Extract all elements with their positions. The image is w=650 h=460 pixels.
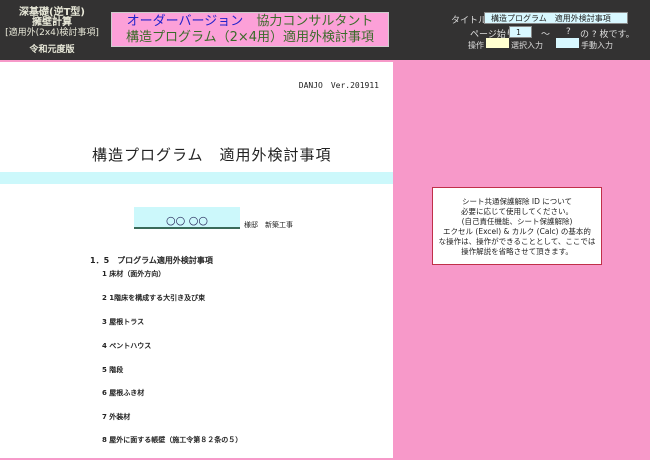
select-input-swatch	[486, 38, 509, 48]
page-total: の ? 枚です。	[580, 30, 635, 40]
note-line: 必要に応じて使用してください。	[460, 207, 574, 216]
list-item: 7 外装材	[102, 413, 131, 421]
app-mode: [適用外(2x4)検討事項]	[5, 28, 99, 38]
list-item: 2 1階床を構成する大引き及び束	[102, 294, 206, 302]
title-band	[0, 172, 393, 184]
op-label: 操作	[468, 41, 484, 50]
note-line: な操作は、操作ができることとして、ここでは	[438, 237, 596, 246]
doc-version: DANJO Ver.201911	[298, 81, 379, 90]
note-line: (自己責任機能、シート保護解除)	[461, 217, 573, 226]
header-bar: 深基礎(逆T型) 擁壁計算 [適用外(2x4)検討事項] 令和元度版 オーダーバ…	[0, 0, 650, 60]
list-item: 3 屋根トラス	[102, 318, 145, 326]
banner-order: オーダーバージョン	[126, 14, 244, 29]
title-input[interactable]: 構造プログラム 適用外検討事項	[484, 12, 628, 24]
page-end: ?	[566, 27, 571, 37]
page-start-input[interactable]: 1	[509, 26, 532, 38]
client-name-input[interactable]: ○○ ○○	[134, 207, 240, 229]
title-banner: オーダーバージョン 協力コンサルタント 構造プログラム（2×4用）適用外検討事項	[111, 12, 389, 47]
banner-program: 構造プログラム（2×4用）適用外検討事項	[125, 30, 375, 45]
note-line: エクセル (Excel) & カルク (Calc) の基本的	[443, 227, 591, 236]
list-item: 5 階段	[102, 366, 124, 374]
title-label: タイトル	[451, 16, 488, 26]
manual-input-label: 手動入力	[581, 41, 613, 50]
list-item: 6 屋根ふき材	[102, 389, 145, 397]
banner-consultant: 協力コンサルタント	[256, 14, 374, 29]
project-suffix: 様邸 新築工事	[244, 221, 293, 229]
tilde: ～	[541, 30, 551, 40]
note-line: シート共通保護解除 ID について	[461, 197, 573, 206]
list-item: 8 屋外に面する帳壁（施工令第８２条の５）	[102, 436, 243, 444]
list-item: 4 ペントハウス	[102, 342, 152, 350]
section-heading: 1．5 プログラム適用外検討事項	[90, 256, 213, 265]
document-page: DANJO Ver.201911 構造プログラム 適用外検討事項 ○○ ○○ 様…	[0, 62, 393, 458]
protection-note: シート共通保護解除 ID について 必要に応じて使用してください。 (自己責任機…	[432, 187, 602, 265]
note-line: 操作解説を省略させて頂きます。	[461, 247, 573, 256]
list-item: 1 床材（面外方向）	[102, 270, 166, 278]
select-input-label: 選択入力	[511, 41, 543, 50]
app-version: 令和元度版	[29, 45, 75, 55]
doc-title: 構造プログラム 適用外検討事項	[92, 146, 332, 164]
manual-input-swatch	[556, 38, 579, 48]
